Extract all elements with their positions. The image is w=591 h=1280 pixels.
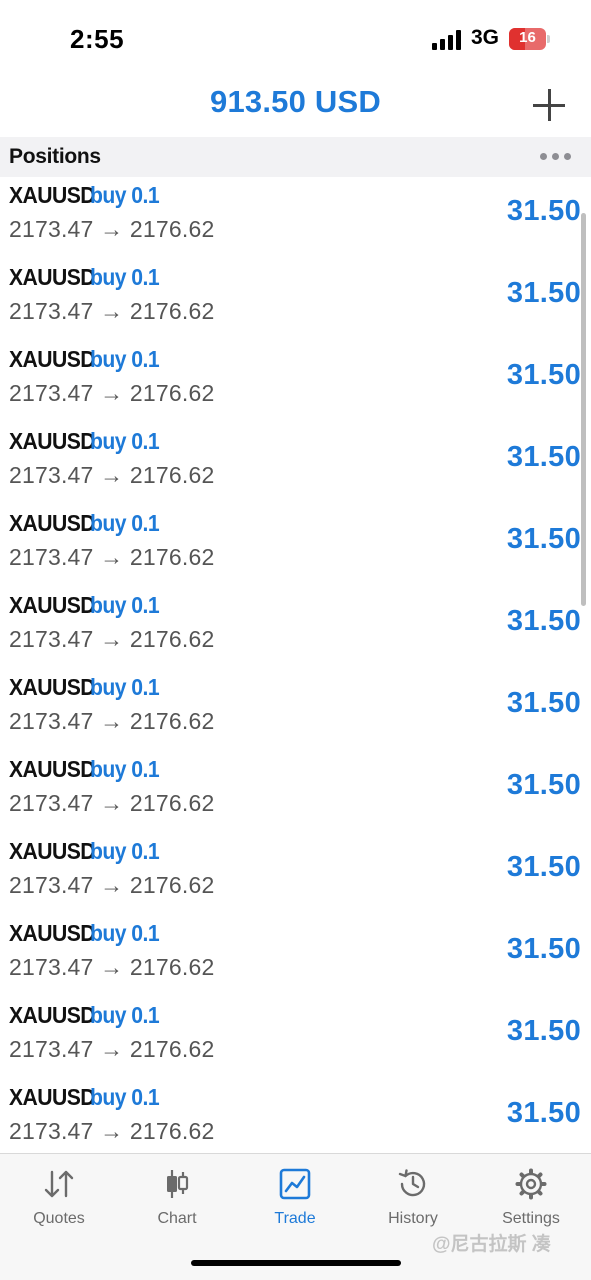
position-prices: 2173.47 → 2176.62 (9, 462, 215, 488)
position-row[interactable]: XAUUSD buy 0.1 2173.47 → 2176.62 31.50 (0, 505, 591, 587)
scrollbar[interactable] (581, 213, 586, 606)
position-side: buy 0.1 (90, 1084, 160, 1110)
position-profit: 31.50 (506, 359, 581, 391)
position-row[interactable]: XAUUSD buy 0.1 2173.47 → 2176.62 31.50 (0, 751, 591, 833)
position-side: buy 0.1 (90, 920, 160, 946)
positions-section-header: Positions (0, 137, 591, 177)
position-prices: 2173.47 → 2176.62 (9, 954, 215, 980)
status-time: 2:55 (70, 24, 125, 54)
tab-label: Settings (502, 1210, 560, 1227)
position-prices: 2173.47 → 2176.62 (9, 216, 215, 242)
position-side: buy 0.1 (90, 182, 160, 208)
position-row[interactable]: XAUUSD buy 0.1 2173.47 → 2176.62 31.50 (0, 1079, 591, 1153)
position-side: buy 0.1 (90, 510, 160, 536)
position-profit: 31.50 (506, 1015, 581, 1047)
position-profit: 31.50 (506, 195, 581, 227)
position-symbol: XAUUSD (9, 1002, 96, 1028)
home-indicator[interactable] (191, 1260, 401, 1266)
position-side: buy 0.1 (90, 592, 160, 618)
position-prices: 2173.47 → 2176.62 (9, 872, 215, 898)
tab-label: Trade (274, 1210, 316, 1227)
network-type: 3G (471, 26, 500, 49)
position-symbol: XAUUSD (9, 592, 96, 618)
position-prices: 2173.47 → 2176.62 (9, 1118, 215, 1144)
position-symbol: XAUUSD (9, 264, 96, 290)
quotes-arrows-icon (44, 1170, 74, 1198)
position-profit: 31.50 (506, 441, 581, 473)
position-prices: 2173.47 → 2176.62 (9, 626, 215, 652)
position-symbol: XAUUSD (9, 510, 96, 536)
gear-icon (515, 1168, 547, 1200)
position-symbol: XAUUSD (9, 674, 96, 700)
position-symbol: XAUUSD (9, 346, 96, 372)
position-side: buy 0.1 (90, 428, 160, 454)
tab-label: History (388, 1210, 438, 1227)
tab-label: Quotes (33, 1210, 85, 1227)
position-prices: 2173.47 → 2176.62 (9, 544, 215, 570)
watermark: @尼古拉斯 凑 (432, 1234, 551, 1255)
position-prices: 2173.47 → 2176.62 (9, 298, 215, 324)
position-row[interactable]: XAUUSD buy 0.1 2173.47 → 2176.62 31.50 (0, 833, 591, 915)
tab-settings[interactable]: Settings (472, 1164, 590, 1234)
position-prices: 2173.47 → 2176.62 (9, 708, 215, 734)
status-bar: 2:55 3G 16 (0, 0, 591, 76)
position-row[interactable]: XAUUSD buy 0.1 2173.47 → 2176.62 31.50 (0, 915, 591, 997)
position-prices: 2173.47 → 2176.62 (9, 790, 215, 816)
position-symbol: XAUUSD (9, 756, 96, 782)
position-row[interactable]: XAUUSD buy 0.1 2173.47 → 2176.62 31.50 (0, 259, 591, 341)
position-profit: 31.50 (506, 851, 581, 883)
position-symbol: XAUUSD (9, 428, 96, 454)
more-options-button[interactable] (538, 152, 574, 162)
add-order-button[interactable] (531, 87, 567, 123)
tab-history[interactable]: History (354, 1164, 472, 1234)
position-row[interactable]: XAUUSD buy 0.1 2173.47 → 2176.62 31.50 (0, 997, 591, 1079)
position-side: buy 0.1 (90, 756, 160, 782)
history-clock-icon (398, 1169, 426, 1197)
position-symbol: XAUUSD (9, 1084, 96, 1110)
cellular-signal-icon (432, 30, 461, 50)
position-profit: 31.50 (506, 605, 581, 637)
position-side: buy 0.1 (90, 264, 160, 290)
position-row[interactable]: XAUUSD buy 0.1 2173.47 → 2176.62 31.50 (0, 177, 591, 259)
dot-icon (540, 153, 547, 160)
position-side: buy 0.1 (90, 838, 160, 864)
trade-chart-icon (279, 1168, 311, 1200)
tab-label: Chart (157, 1210, 197, 1227)
tab-quotes[interactable]: Quotes (0, 1164, 118, 1234)
position-symbol: XAUUSD (9, 920, 96, 946)
position-profit: 31.50 (506, 687, 581, 719)
candlestick-icon (167, 1170, 189, 1198)
position-profit: 31.50 (506, 277, 581, 309)
tab-trade[interactable]: Trade (236, 1164, 354, 1234)
header: 913.50 USD (0, 76, 591, 136)
position-profit: 31.50 (506, 769, 581, 801)
section-title: Positions (9, 145, 101, 168)
position-symbol: XAUUSD (9, 182, 96, 208)
position-prices: 2173.47 → 2176.62 (9, 380, 215, 406)
account-balance: 913.50 USD (210, 84, 381, 119)
position-symbol: XAUUSD (9, 838, 96, 864)
battery-level: 16 (519, 29, 536, 46)
position-profit: 31.50 (506, 933, 581, 965)
position-profit: 31.50 (506, 523, 581, 555)
position-row[interactable]: XAUUSD buy 0.1 2173.47 → 2176.62 31.50 (0, 587, 591, 669)
position-prices: 2173.47 → 2176.62 (9, 1036, 215, 1062)
dot-icon (552, 153, 559, 160)
position-profit: 31.50 (506, 1097, 581, 1129)
position-row[interactable]: XAUUSD buy 0.1 2173.47 → 2176.62 31.50 (0, 669, 591, 751)
tab-chart[interactable]: Chart (118, 1164, 236, 1234)
position-side: buy 0.1 (90, 1002, 160, 1028)
position-side: buy 0.1 (90, 346, 160, 372)
position-row[interactable]: XAUUSD buy 0.1 2173.47 → 2176.62 31.50 (0, 423, 591, 505)
battery-icon: 16 (509, 28, 551, 50)
position-side: buy 0.1 (90, 674, 160, 700)
positions-list[interactable]: XAUUSD buy 0.1 2173.47 → 2176.62 31.50 X… (0, 177, 591, 1153)
position-row[interactable]: XAUUSD buy 0.1 2173.47 → 2176.62 31.50 (0, 341, 591, 423)
dot-icon (564, 153, 571, 160)
